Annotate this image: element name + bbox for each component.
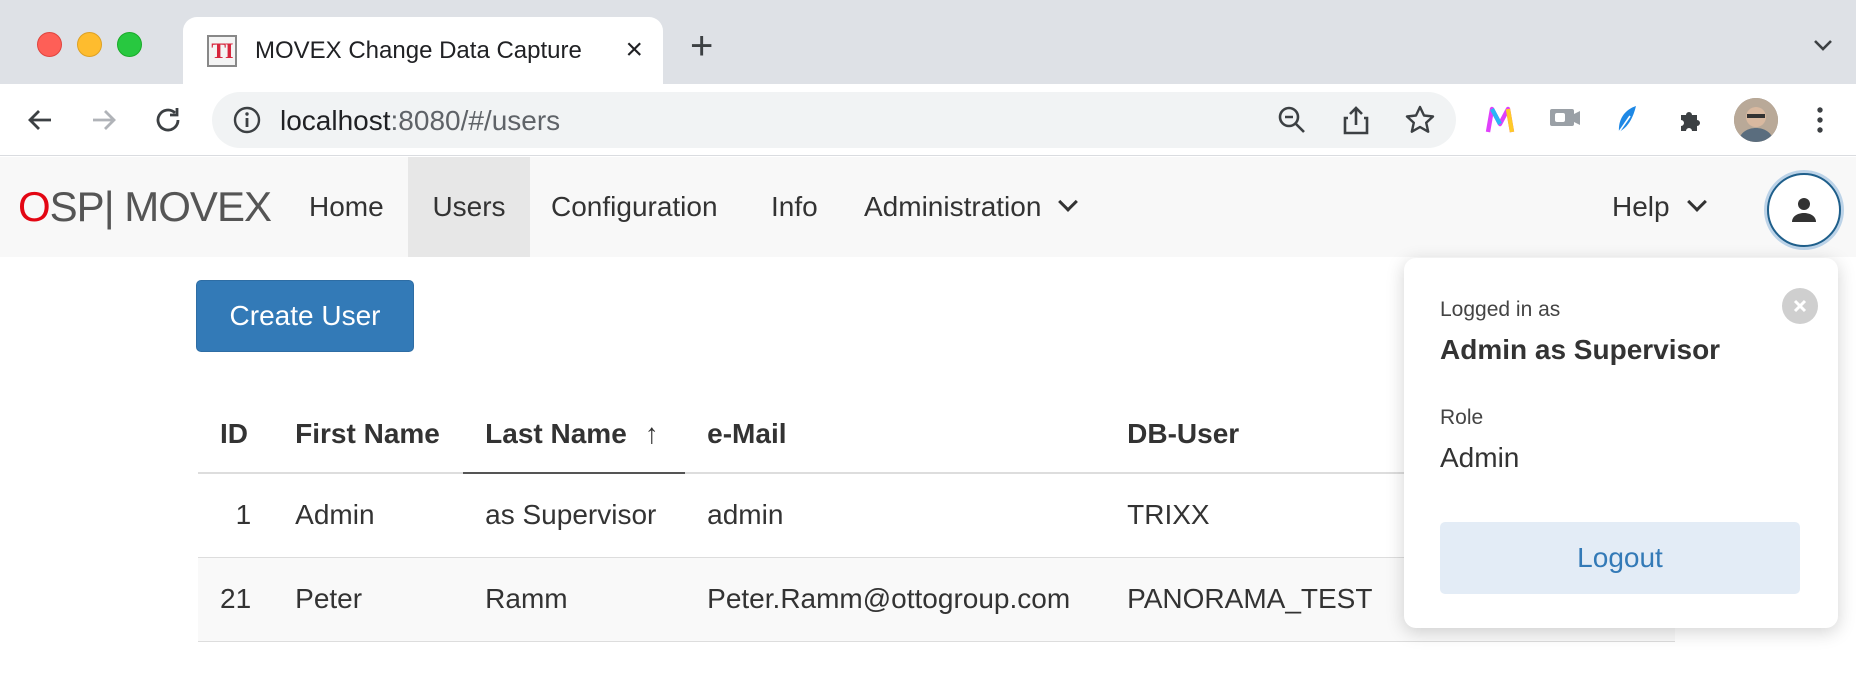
cell-email: Peter.Ramm@ottogroup.com <box>685 557 1106 642</box>
close-icon <box>1793 299 1807 313</box>
nav-administration-label: Administration <box>864 191 1042 222</box>
app-navbar: OSP| MOVEX Home Users Configuration Info… <box>0 157 1856 257</box>
role-label: Role <box>1440 406 1484 429</box>
cell-first-name: Admin <box>273 473 464 558</box>
nav-info[interactable]: Info <box>750 157 839 257</box>
logged-in-label: Logged in as <box>1440 298 1561 321</box>
nav-home[interactable]: Home <box>288 157 405 257</box>
nav-users[interactable]: Users <box>408 157 530 257</box>
user-menu-button[interactable] <box>1767 173 1841 247</box>
browser-menu-icon[interactable] <box>1802 102 1838 138</box>
col-header-id[interactable]: ID <box>198 395 274 474</box>
create-user-button[interactable]: Create User <box>196 280 414 352</box>
cell-last-name: Ramm <box>463 557 686 642</box>
user-popover: Logged in as Admin as Supervisor Role Ad… <box>1404 258 1838 628</box>
new-tab-icon[interactable]: + <box>690 26 713 66</box>
forward-arrow-icon[interactable] <box>86 102 122 138</box>
browser-toolbar: localhost:8080/#/users <box>0 84 1856 156</box>
logout-button[interactable]: Logout <box>1440 522 1800 594</box>
share-icon[interactable] <box>1340 104 1372 136</box>
window-minimize-button[interactable] <box>77 32 102 57</box>
browser-tabstrip: TI MOVEX Change Data Capture × + <box>0 0 1856 84</box>
logged-in-user-name: Admin as Supervisor <box>1440 334 1721 365</box>
extension-screen-icon[interactable] <box>1546 102 1582 138</box>
browser-tab-active[interactable]: TI MOVEX Change Data Capture × <box>183 17 663 84</box>
tab-close-icon[interactable]: × <box>625 33 643 67</box>
nav-configuration[interactable]: Configuration <box>530 157 739 257</box>
col-header-last-name-label: Last Name <box>485 417 627 449</box>
sort-ascending-icon: ↑ <box>644 417 659 449</box>
back-arrow-icon[interactable] <box>22 102 58 138</box>
extensions-puzzle-icon[interactable] <box>1674 102 1710 138</box>
tab-title: MOVEX Change Data Capture <box>255 37 582 64</box>
chevron-down-icon <box>1058 192 1079 212</box>
tab-search-chevron-icon[interactable] <box>1812 34 1834 56</box>
extension-m-icon[interactable] <box>1482 102 1518 138</box>
popover-close-button[interactable] <box>1782 288 1818 324</box>
window-zoom-button[interactable] <box>117 32 142 57</box>
bookmark-star-icon[interactable] <box>1404 104 1436 136</box>
zoom-out-icon[interactable] <box>1276 104 1308 136</box>
cell-first-name: Peter <box>273 557 464 642</box>
col-header-first-name[interactable]: First Name <box>273 395 464 474</box>
reload-icon[interactable] <box>150 102 186 138</box>
cell-email: admin <box>685 473 1106 558</box>
site-info-icon[interactable] <box>232 105 262 135</box>
cell-id: 21 <box>198 557 274 642</box>
window-close-button[interactable] <box>37 32 62 57</box>
address-bar[interactable]: localhost:8080/#/users <box>212 92 1456 148</box>
nav-help-dropdown[interactable]: Help <box>1591 157 1725 257</box>
user-icon <box>1792 198 1816 222</box>
col-header-last-name[interactable]: Last Name ↑ <box>463 395 686 474</box>
nav-help-label: Help <box>1612 191 1670 222</box>
url-text: localhost:8080/#/users <box>280 105 561 136</box>
col-header-email[interactable]: e-Mail <box>685 395 1106 474</box>
profile-avatar[interactable] <box>1734 98 1778 142</box>
role-value: Admin <box>1440 442 1520 473</box>
chevron-down-icon <box>1686 192 1707 212</box>
extension-feather-icon[interactable] <box>1610 102 1646 138</box>
favicon-icon: TI <box>207 35 237 67</box>
nav-administration-dropdown[interactable]: Administration <box>843 157 1096 257</box>
brand-logo[interactable]: OSP| MOVEX <box>18 183 272 231</box>
cell-last-name: as Supervisor <box>463 473 686 558</box>
cell-id: 1 <box>198 473 274 558</box>
